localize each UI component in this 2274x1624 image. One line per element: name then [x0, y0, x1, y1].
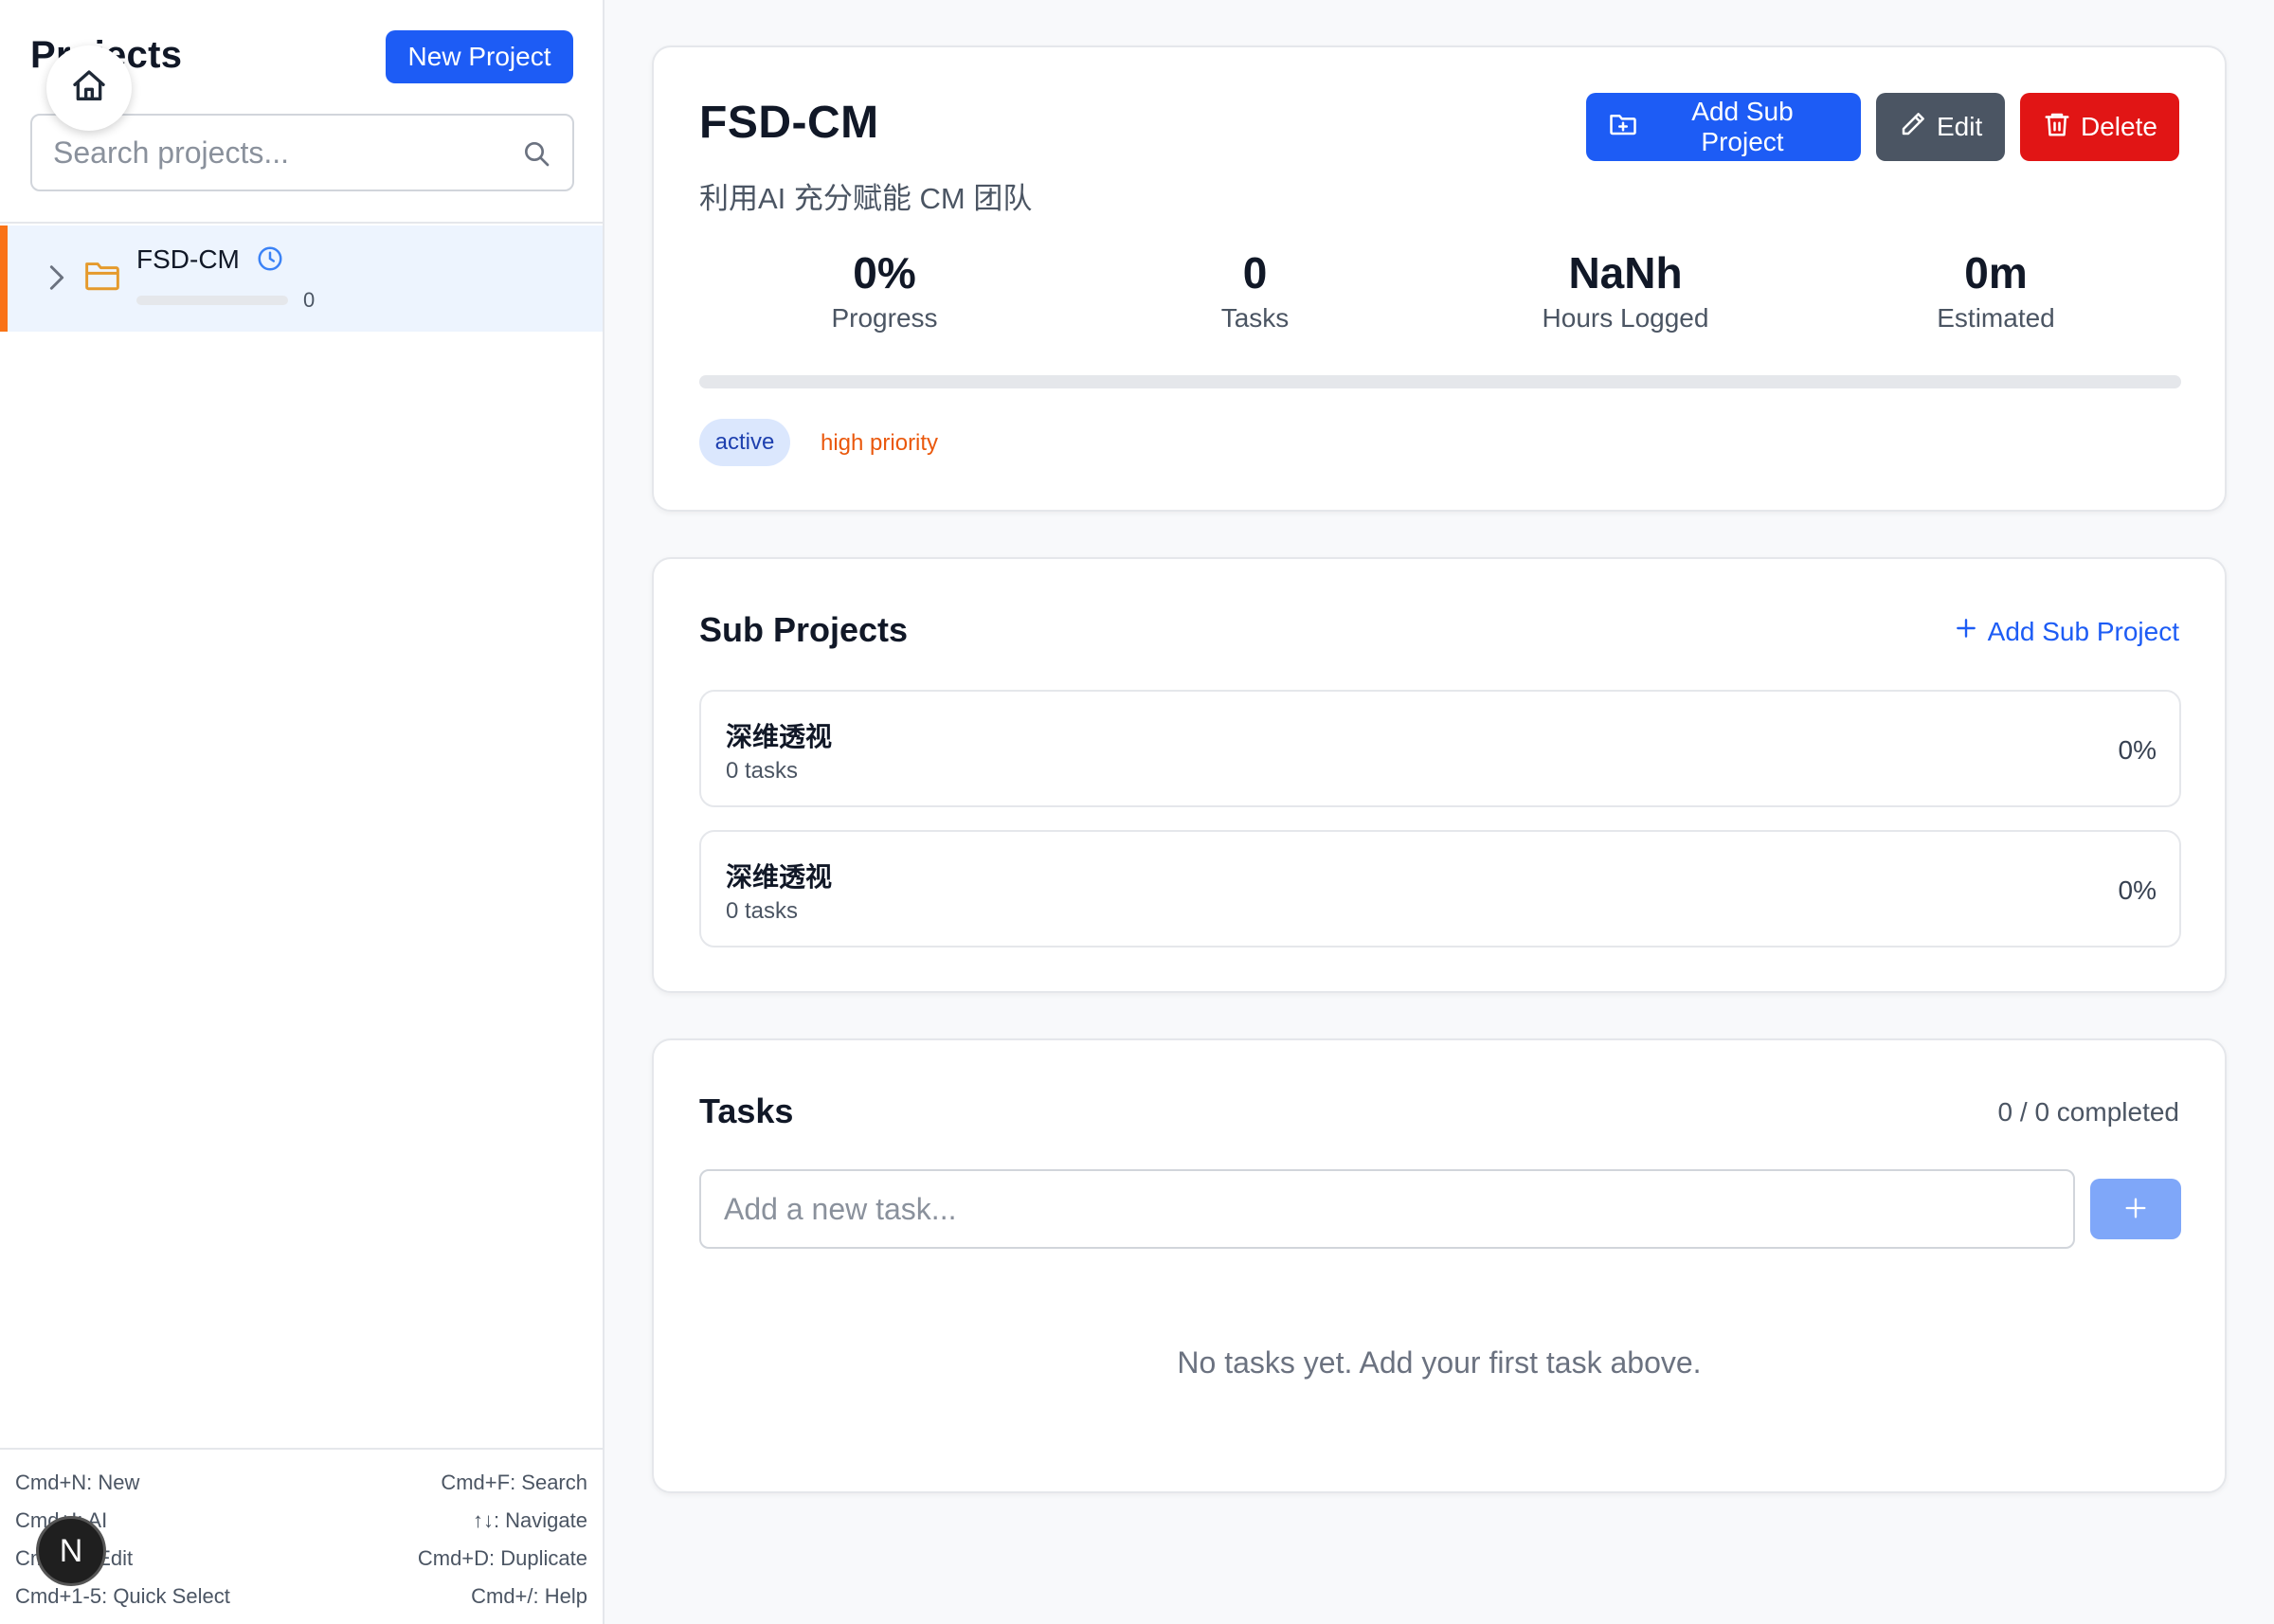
delete-button[interactable]: Delete [2020, 93, 2179, 161]
pencil-icon [1899, 110, 1927, 145]
plus-icon [1954, 616, 1978, 647]
shortcut-new: Cmd+N: New [15, 1471, 140, 1494]
home-button[interactable] [46, 45, 132, 131]
sub-projects-card: Sub Projects Add Sub Project 深维透视 0 task… [652, 557, 2227, 993]
search-input[interactable] [53, 116, 508, 189]
tree-item-label: FSD-CM [136, 244, 240, 274]
tree-item-fsd-cm[interactable]: FSD-CM 0 [0, 226, 603, 332]
search-icon[interactable] [521, 138, 551, 173]
project-progress-bar [699, 375, 2181, 388]
dev-badge[interactable]: N [36, 1516, 106, 1586]
stat-value: 0m [1964, 248, 2028, 298]
sub-project-percent: 0% [2118, 875, 2157, 905]
clock-icon [256, 244, 284, 278]
project-description: 利用AI 充分赋能 CM 团队 [699, 182, 1033, 215]
status-badge: active [699, 419, 790, 466]
priority-badge: high priority [821, 430, 939, 456]
stat-label: Tasks [1220, 303, 1290, 333]
sub-project-name: 深维透视 [726, 722, 833, 751]
new-project-button[interactable]: New Project [386, 30, 573, 83]
delete-label: Delete [2081, 112, 2157, 141]
stat-label: Progress [831, 303, 938, 333]
stat-tasks: 0 Tasks [1070, 246, 1440, 351]
app-root: Projects New Project FSD-CM [0, 0, 2274, 1624]
sub-project-task-count: 0 tasks [726, 898, 799, 924]
new-task-input[interactable] [699, 1169, 2075, 1249]
stat-label: Estimated [1937, 303, 2055, 333]
sidebar: Projects New Project FSD-CM [0, 0, 605, 1624]
stat-label: Hours Logged [1542, 303, 1709, 333]
chevron-right-icon[interactable] [47, 263, 66, 297]
home-icon [70, 67, 108, 110]
project-stats: 0% Progress 0 Tasks NaNh Hours Logged 0m… [699, 246, 2181, 351]
sub-project-percent: 0% [2118, 735, 2157, 765]
shortcut-navigate: ↑↓: Navigate [472, 1508, 587, 1532]
project-header-card: FSD-CM 利用AI 充分赋能 CM 团队 Add Sub Project E… [652, 45, 2227, 512]
sub-project-task-count: 0 tasks [726, 758, 799, 784]
stat-estimated: 0m Estimated [1811, 246, 2181, 351]
empty-tasks-message: No tasks yet. Add your first task above. [1177, 1345, 1702, 1380]
stat-progress: 0% Progress [699, 246, 1070, 351]
tree-item-progress [136, 296, 288, 305]
add-sub-project-button[interactable]: Add Sub Project [1586, 93, 1861, 161]
trash-icon [2043, 110, 2071, 145]
stat-value: 0 [1242, 248, 1268, 298]
tasks-card: Tasks 0 / 0 completed No tasks yet. Add … [652, 1038, 2227, 1493]
edit-button[interactable]: Edit [1876, 93, 2005, 161]
edit-label: Edit [1937, 112, 1983, 141]
shortcut-quick-select: Cmd+1-5: Quick Select [15, 1584, 230, 1608]
add-sub-project-label: Add Sub Project [1691, 97, 1794, 156]
shortcut-help: Cmd+/: Help [471, 1584, 587, 1608]
sub-project-item[interactable]: 深维透视 0 tasks 0% [699, 830, 2181, 947]
sub-project-item[interactable]: 深维透视 0 tasks 0% [699, 690, 2181, 807]
tasks-title: Tasks [699, 1092, 794, 1130]
folder-icon [83, 258, 121, 297]
stat-value: 0% [853, 248, 916, 298]
tasks-completed-count: 0 / 0 completed [1997, 1097, 2179, 1127]
shortcut-search: Cmd+F: Search [441, 1471, 587, 1494]
tree-item-count: 0 [303, 288, 316, 312]
sub-projects-title: Sub Projects [699, 610, 909, 649]
add-sub-project-link-label: Add Sub Project [1987, 616, 2179, 646]
project-search[interactable] [30, 114, 574, 191]
folder-plus-icon [1609, 110, 1637, 145]
add-task-button[interactable] [2090, 1179, 2181, 1239]
plus-icon [2122, 1195, 2149, 1224]
sub-project-name: 深维透视 [726, 862, 833, 892]
main-panel: FSD-CM 利用AI 充分赋能 CM 团队 Add Sub Project E… [605, 0, 2274, 1624]
add-sub-project-link[interactable]: Add Sub Project [1954, 616, 2179, 647]
shortcut-duplicate: Cmd+D: Duplicate [417, 1546, 587, 1570]
stat-hours-logged: NaNh Hours Logged [1440, 246, 1811, 351]
project-actions: Add Sub Project Edit Delete [1586, 93, 2179, 161]
stat-value: NaNh [1568, 248, 1683, 298]
project-title: FSD-CM [699, 98, 879, 148]
